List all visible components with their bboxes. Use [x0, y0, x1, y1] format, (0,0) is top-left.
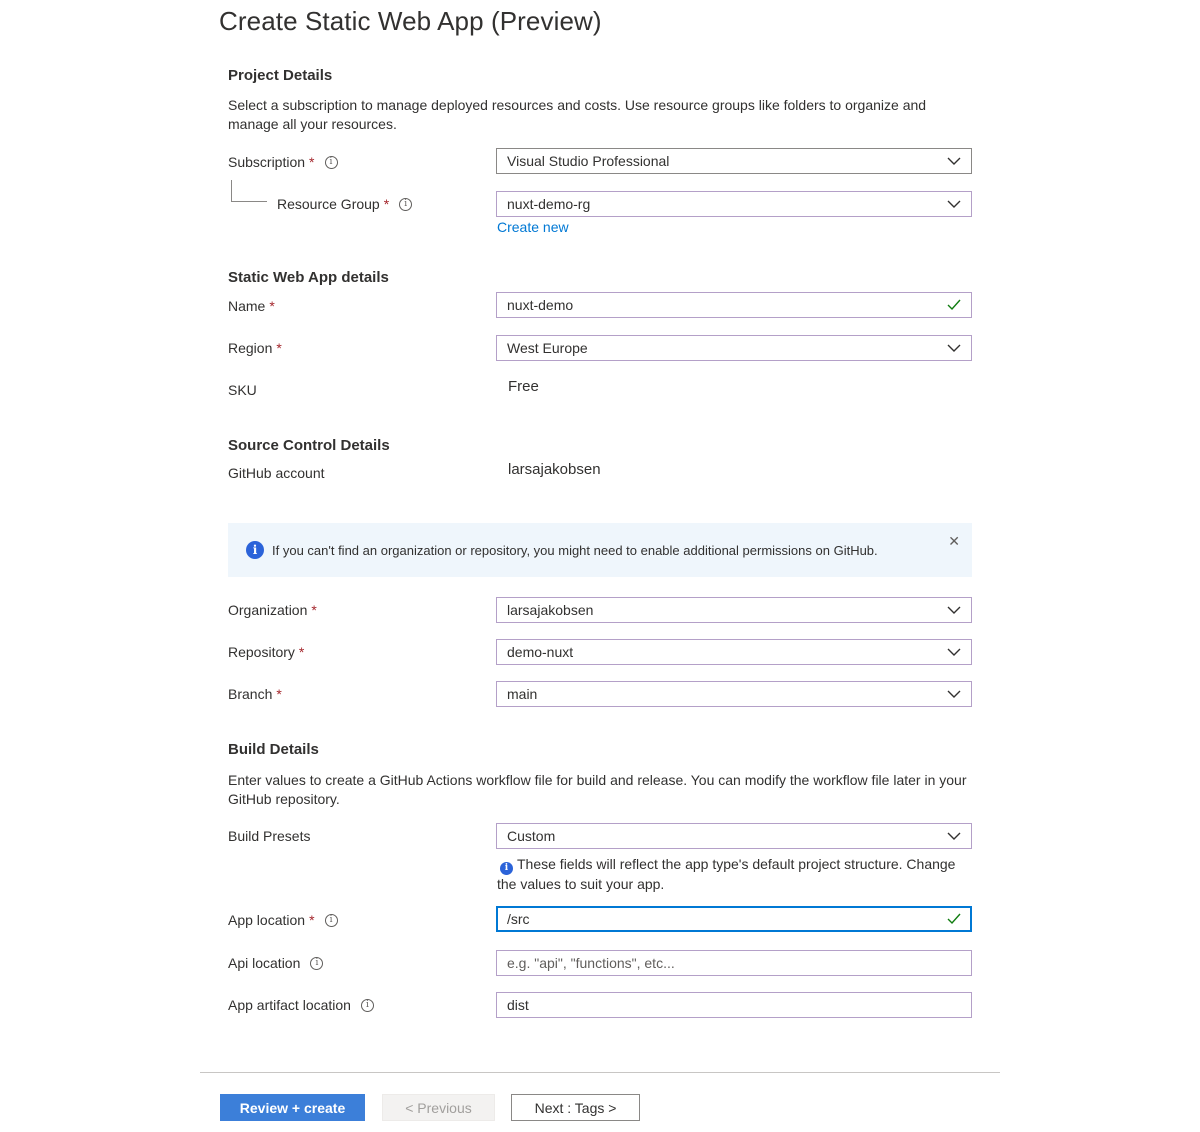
- check-icon: [947, 299, 961, 311]
- footer-divider: [200, 1072, 1000, 1073]
- previous-button[interactable]: < Previous: [382, 1094, 495, 1121]
- info-icon[interactable]: i: [310, 956, 324, 970]
- info-icon[interactable]: i: [360, 998, 374, 1012]
- info-icon: i: [246, 541, 264, 559]
- branch-dropdown[interactable]: main: [496, 681, 972, 707]
- branch-label-text: Branch: [228, 686, 273, 702]
- organization-value: larsajakobsen: [507, 602, 594, 618]
- sku-value: Free: [508, 378, 539, 395]
- organization-label: Organization *: [228, 600, 317, 620]
- github-account-value: larsajakobsen: [508, 461, 601, 478]
- repository-value: demo-nuxt: [507, 644, 574, 660]
- subscription-value: Visual Studio Professional: [507, 153, 670, 169]
- app-location-input[interactable]: /src: [496, 906, 972, 932]
- build-presets-value: Custom: [507, 828, 556, 844]
- api-location-input[interactable]: e.g. "api", "functions", etc...: [496, 950, 972, 976]
- app-location-label-text: App location: [228, 912, 306, 928]
- info-icon[interactable]: i: [324, 913, 338, 927]
- chevron-down-icon: [947, 200, 961, 208]
- info-icon[interactable]: i: [399, 197, 413, 211]
- region-value: West Europe: [507, 340, 588, 356]
- api-location-label-text: Api location: [228, 955, 301, 971]
- chevron-down-icon: [947, 832, 961, 840]
- banner-text: If you can't find an organization or rep…: [272, 542, 878, 558]
- name-input[interactable]: nuxt-demo: [496, 292, 972, 318]
- repository-label-text: Repository: [228, 644, 295, 660]
- required-asterisk: *: [298, 644, 305, 660]
- branch-label: Branch *: [228, 684, 282, 704]
- subscription-dropdown[interactable]: Visual Studio Professional: [496, 148, 972, 174]
- build-details-heading: Build Details: [228, 741, 319, 758]
- info-icon[interactable]: i: [324, 155, 338, 169]
- app-details-heading: Static Web App details: [228, 269, 389, 286]
- info-banner: i If you can't find an organization or r…: [228, 523, 972, 577]
- organization-label-text: Organization: [228, 602, 308, 618]
- chevron-down-icon: [947, 606, 961, 614]
- tree-connector: [231, 180, 267, 202]
- build-presets-label: Build Presets: [228, 828, 311, 844]
- name-label: Name *: [228, 296, 275, 316]
- build-presets-hint: i These fields will reflect the app type'…: [497, 855, 967, 894]
- region-label: Region *: [228, 338, 282, 358]
- resource-group-value: nuxt-demo-rg: [507, 196, 591, 212]
- repository-label: Repository *: [228, 642, 304, 662]
- artifact-location-input[interactable]: dist: [496, 992, 972, 1018]
- repository-dropdown[interactable]: demo-nuxt: [496, 639, 972, 665]
- required-asterisk: *: [269, 298, 275, 314]
- required-asterisk: *: [276, 340, 282, 356]
- api-location-placeholder: e.g. "api", "functions", etc...: [507, 955, 675, 971]
- build-presets-hint-text: These fields will reflect the app type's…: [497, 856, 956, 892]
- organization-dropdown[interactable]: larsajakobsen: [496, 597, 972, 623]
- review-create-button[interactable]: Review + create: [220, 1094, 365, 1121]
- app-location-value: /src: [507, 911, 530, 927]
- resource-group-label: Resource Group * i: [277, 194, 413, 214]
- sku-label: SKU: [228, 382, 257, 398]
- chevron-down-icon: [947, 648, 961, 656]
- required-asterisk: *: [383, 196, 390, 212]
- next-tags-button[interactable]: Next : Tags >: [511, 1094, 640, 1121]
- info-icon: i: [500, 862, 513, 875]
- build-details-description: Enter values to create a GitHub Actions …: [228, 772, 967, 807]
- chevron-down-icon: [947, 344, 961, 352]
- app-location-label: App location * i: [228, 910, 338, 930]
- chevron-down-icon: [947, 157, 961, 165]
- page-title: Create Static Web App (Preview): [219, 6, 602, 36]
- region-label-text: Region: [228, 340, 273, 356]
- project-details-heading: Project Details: [228, 67, 333, 84]
- required-asterisk: *: [276, 686, 282, 702]
- source-control-heading: Source Control Details: [228, 437, 390, 454]
- name-value: nuxt-demo: [507, 297, 574, 313]
- required-asterisk: *: [311, 602, 317, 618]
- github-account-label: GitHub account: [228, 465, 325, 481]
- check-icon: [947, 913, 961, 925]
- subscription-label-text: Subscription: [228, 154, 306, 170]
- required-asterisk: *: [309, 912, 315, 928]
- region-dropdown[interactable]: West Europe: [496, 335, 972, 361]
- build-presets-dropdown[interactable]: Custom: [496, 823, 972, 849]
- branch-value: main: [507, 686, 538, 702]
- required-asterisk: *: [309, 154, 315, 170]
- close-icon[interactable]: ✕: [948, 533, 960, 550]
- create-new-link[interactable]: Create new: [497, 219, 569, 235]
- chevron-down-icon: [947, 690, 961, 698]
- resource-group-label-text: Resource Group: [277, 196, 380, 212]
- artifact-location-label: App artifact location i: [228, 995, 374, 1015]
- project-details-description: Select a subscription to manage deployed…: [228, 97, 927, 132]
- name-label-text: Name: [228, 298, 266, 314]
- artifact-location-label-text: App artifact location: [228, 997, 351, 1013]
- resource-group-dropdown[interactable]: nuxt-demo-rg: [496, 191, 972, 217]
- artifact-location-value: dist: [507, 997, 529, 1013]
- subscription-label: Subscription * i: [228, 152, 338, 172]
- api-location-label: Api location i: [228, 953, 324, 973]
